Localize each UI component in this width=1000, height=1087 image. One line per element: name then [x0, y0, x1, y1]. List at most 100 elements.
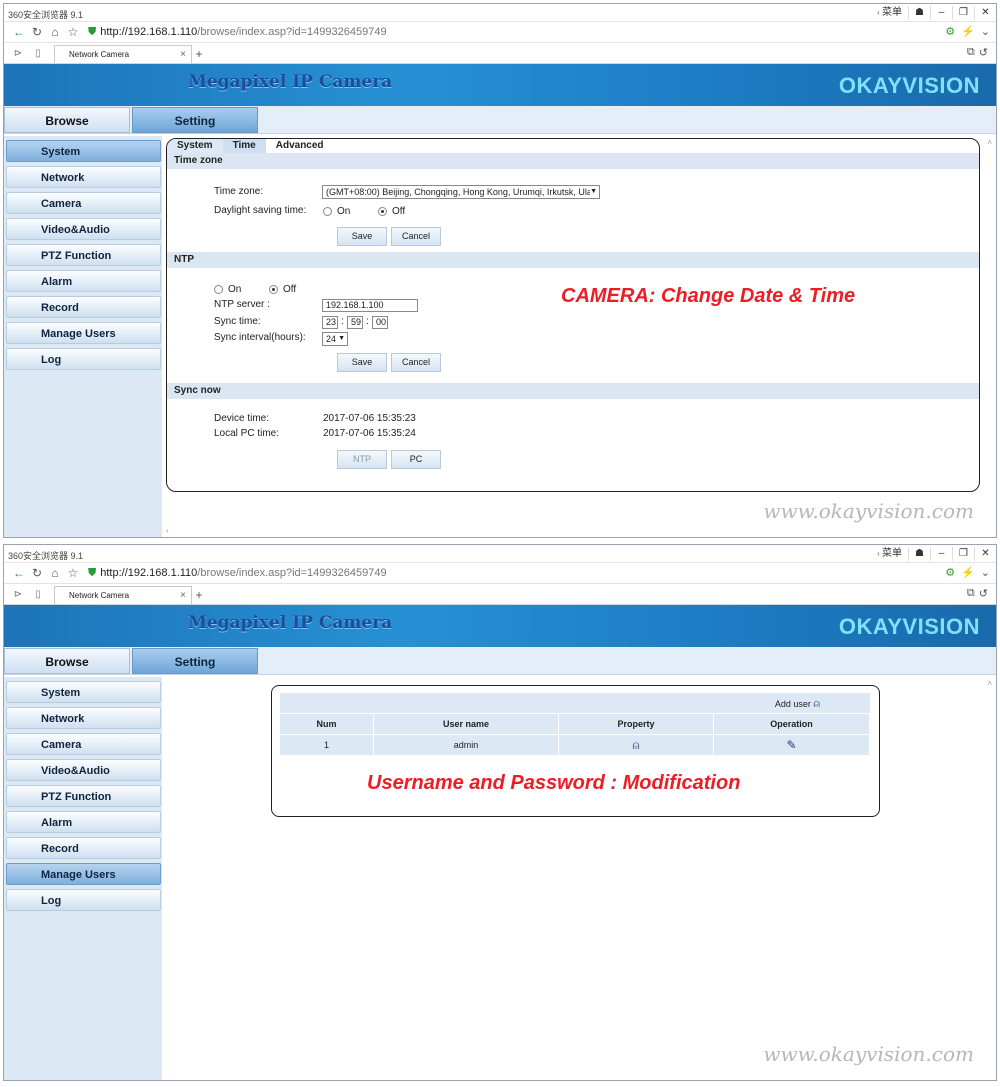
browser-tab[interactable]: Network Camera × — [54, 45, 192, 63]
lightning-icon[interactable]: ⚡ — [961, 25, 975, 38]
back-icon[interactable]: ← — [10, 25, 28, 39]
url-path[interactable]: /browse/index.asp?id=1499326459749 — [197, 567, 386, 579]
window-menu-button[interactable]: ‹ 菜单 — [871, 547, 908, 561]
restore-tab-icon[interactable]: ⧉ — [967, 46, 975, 59]
tab-setting[interactable]: Setting — [132, 107, 258, 133]
timezone-select[interactable]: (GMT+08:00) Beijing, Chongqing, Hong Kon… — [322, 185, 600, 199]
timezone-cancel-button[interactable]: Cancel — [391, 227, 441, 246]
sidebar-item-log[interactable]: Log — [6, 348, 161, 370]
new-tab-icon[interactable]: + — [192, 45, 206, 63]
add-user-button[interactable]: Add user ⍝ — [775, 698, 820, 710]
url-host[interactable]: http://192.168.1.110 — [100, 567, 197, 579]
dst-on-option[interactable]: On — [323, 206, 350, 217]
skin-icon[interactable]: ☗ — [908, 5, 930, 20]
close-icon[interactable]: ✕ — [974, 5, 996, 20]
watermark: www.okayvision.com — [763, 499, 974, 523]
subtab-time[interactable]: Time — [222, 139, 266, 153]
sync-pc-button[interactable]: PC — [391, 450, 441, 469]
ntp-cancel-button[interactable]: Cancel — [391, 353, 441, 372]
maximize-icon[interactable]: ❐ — [952, 5, 974, 20]
radio-checked-icon[interactable] — [269, 284, 278, 294]
sync-hour-input[interactable]: 23 — [322, 316, 338, 329]
dst-on-label: On — [337, 206, 351, 217]
close-icon[interactable]: ✕ — [974, 546, 996, 561]
minimize-icon[interactable]: – — [930, 546, 952, 561]
restore-tab-icon[interactable]: ⧉ — [967, 587, 975, 600]
ntp-on-option[interactable]: On — [214, 284, 241, 295]
star-icon[interactable]: ☆ — [64, 566, 82, 580]
user-property-icon[interactable]: ⍝ — [559, 734, 714, 755]
radio-icon[interactable] — [214, 284, 223, 294]
sidebar-item-record[interactable]: Record — [6, 296, 161, 318]
edit-icon[interactable]: ✎ — [714, 734, 870, 755]
content-area: System Time Advanced Time zone Time zone… — [164, 136, 996, 537]
tab-close-icon[interactable]: × — [180, 46, 186, 63]
ntp-server-input[interactable]: 192.168.1.100 — [322, 299, 418, 312]
skin-icon[interactable]: ☗ — [908, 546, 930, 561]
scroll-up-icon[interactable]: ˄ — [987, 679, 992, 688]
sidebar-item-alarm[interactable]: Alarm — [6, 811, 161, 833]
sidebar-item-video-audio[interactable]: Video&Audio — [6, 759, 161, 781]
sidebar-item-manage-users[interactable]: Manage Users — [6, 322, 161, 344]
radio-icon[interactable] — [323, 206, 332, 216]
address-bar: ← ↻ ⌂ ☆ ⛊ http://192.168.1.110/browse/in… — [4, 22, 996, 43]
sidebar-item-manage-users[interactable]: Manage Users — [6, 863, 161, 885]
undo-icon[interactable]: ↺ — [979, 46, 988, 59]
sidebar-toggle-icon[interactable]: ⊳ — [8, 585, 28, 604]
refresh-icon[interactable]: ↻ — [28, 566, 46, 580]
sidebar-toggle-icon[interactable]: ⊳ — [8, 44, 28, 63]
bookmark-icon[interactable]: ▯ — [28, 585, 48, 604]
extension-icon[interactable]: ⚙ — [945, 566, 955, 579]
chevron-down-icon[interactable]: ⌄ — [981, 566, 990, 579]
maximize-icon[interactable]: ❐ — [952, 546, 974, 561]
sync-minute-input[interactable]: 59 — [347, 316, 363, 329]
sidebar-item-log[interactable]: Log — [6, 889, 161, 911]
dst-off-option[interactable]: Off — [378, 206, 405, 217]
url-host[interactable]: http://192.168.1.110 — [100, 26, 197, 38]
sidebar-item-system[interactable]: System — [6, 681, 161, 703]
tab-browse[interactable]: Browse — [4, 107, 130, 133]
subtab-system[interactable]: System — [167, 139, 223, 153]
sidebar-item-record[interactable]: Record — [6, 837, 161, 859]
main-nav: Browse Setting — [4, 647, 996, 675]
url-path[interactable]: /browse/index.asp?id=1499326459749 — [197, 26, 386, 38]
sidebar-item-network[interactable]: Network — [6, 707, 161, 729]
scroll-up-icon[interactable]: ˄ — [987, 138, 992, 147]
sync-second-input[interactable]: 00 — [372, 316, 388, 329]
back-icon[interactable]: ← — [10, 566, 28, 580]
window-menu-button[interactable]: ‹ 菜单 — [871, 6, 908, 20]
minimize-icon[interactable]: – — [930, 5, 952, 20]
chevron-down-icon[interactable]: ⌄ — [981, 25, 990, 38]
subtab-advanced[interactable]: Advanced — [266, 139, 334, 153]
ntp-off-option[interactable]: Off — [269, 284, 296, 295]
extension-icon[interactable]: ⚙ — [945, 25, 955, 38]
sidebar-item-ptz[interactable]: PTZ Function — [6, 785, 161, 807]
sidebar-item-video-audio[interactable]: Video&Audio — [6, 218, 161, 240]
radio-checked-icon[interactable] — [378, 206, 387, 216]
lightning-icon[interactable]: ⚡ — [961, 566, 975, 579]
sidebar-item-network[interactable]: Network — [6, 166, 161, 188]
tab-close-icon[interactable]: × — [180, 587, 186, 604]
tab-setting[interactable]: Setting — [132, 648, 258, 674]
new-tab-icon[interactable]: + — [192, 586, 206, 604]
sidebar-item-camera[interactable]: Camera — [6, 192, 161, 214]
timezone-save-button[interactable]: Save — [337, 227, 387, 246]
add-user-icon[interactable]: ⍝ — [813, 698, 820, 710]
browser-tab[interactable]: Network Camera × — [54, 586, 192, 604]
section-timezone: Time zone: (GMT+08:00) Beijing, Chongqin… — [167, 169, 979, 252]
sidebar-item-ptz[interactable]: PTZ Function — [6, 244, 161, 266]
scroll-left-icon[interactable]: ‹ — [166, 526, 169, 535]
sidebar-item-system[interactable]: System — [6, 140, 161, 162]
sidebar-item-alarm[interactable]: Alarm — [6, 270, 161, 292]
sync-interval-select[interactable]: 24 ▼ — [322, 332, 348, 346]
sidebar-item-camera[interactable]: Camera — [6, 733, 161, 755]
refresh-icon[interactable]: ↻ — [28, 25, 46, 39]
bookmark-icon[interactable]: ▯ — [28, 44, 48, 63]
star-icon[interactable]: ☆ — [64, 25, 82, 39]
undo-icon[interactable]: ↺ — [979, 587, 988, 600]
ntp-save-button[interactable]: Save — [337, 353, 387, 372]
tab-browse[interactable]: Browse — [4, 648, 130, 674]
home-icon[interactable]: ⌂ — [46, 566, 64, 580]
home-icon[interactable]: ⌂ — [46, 25, 64, 39]
sync-ntp-button[interactable]: NTP — [337, 450, 387, 469]
